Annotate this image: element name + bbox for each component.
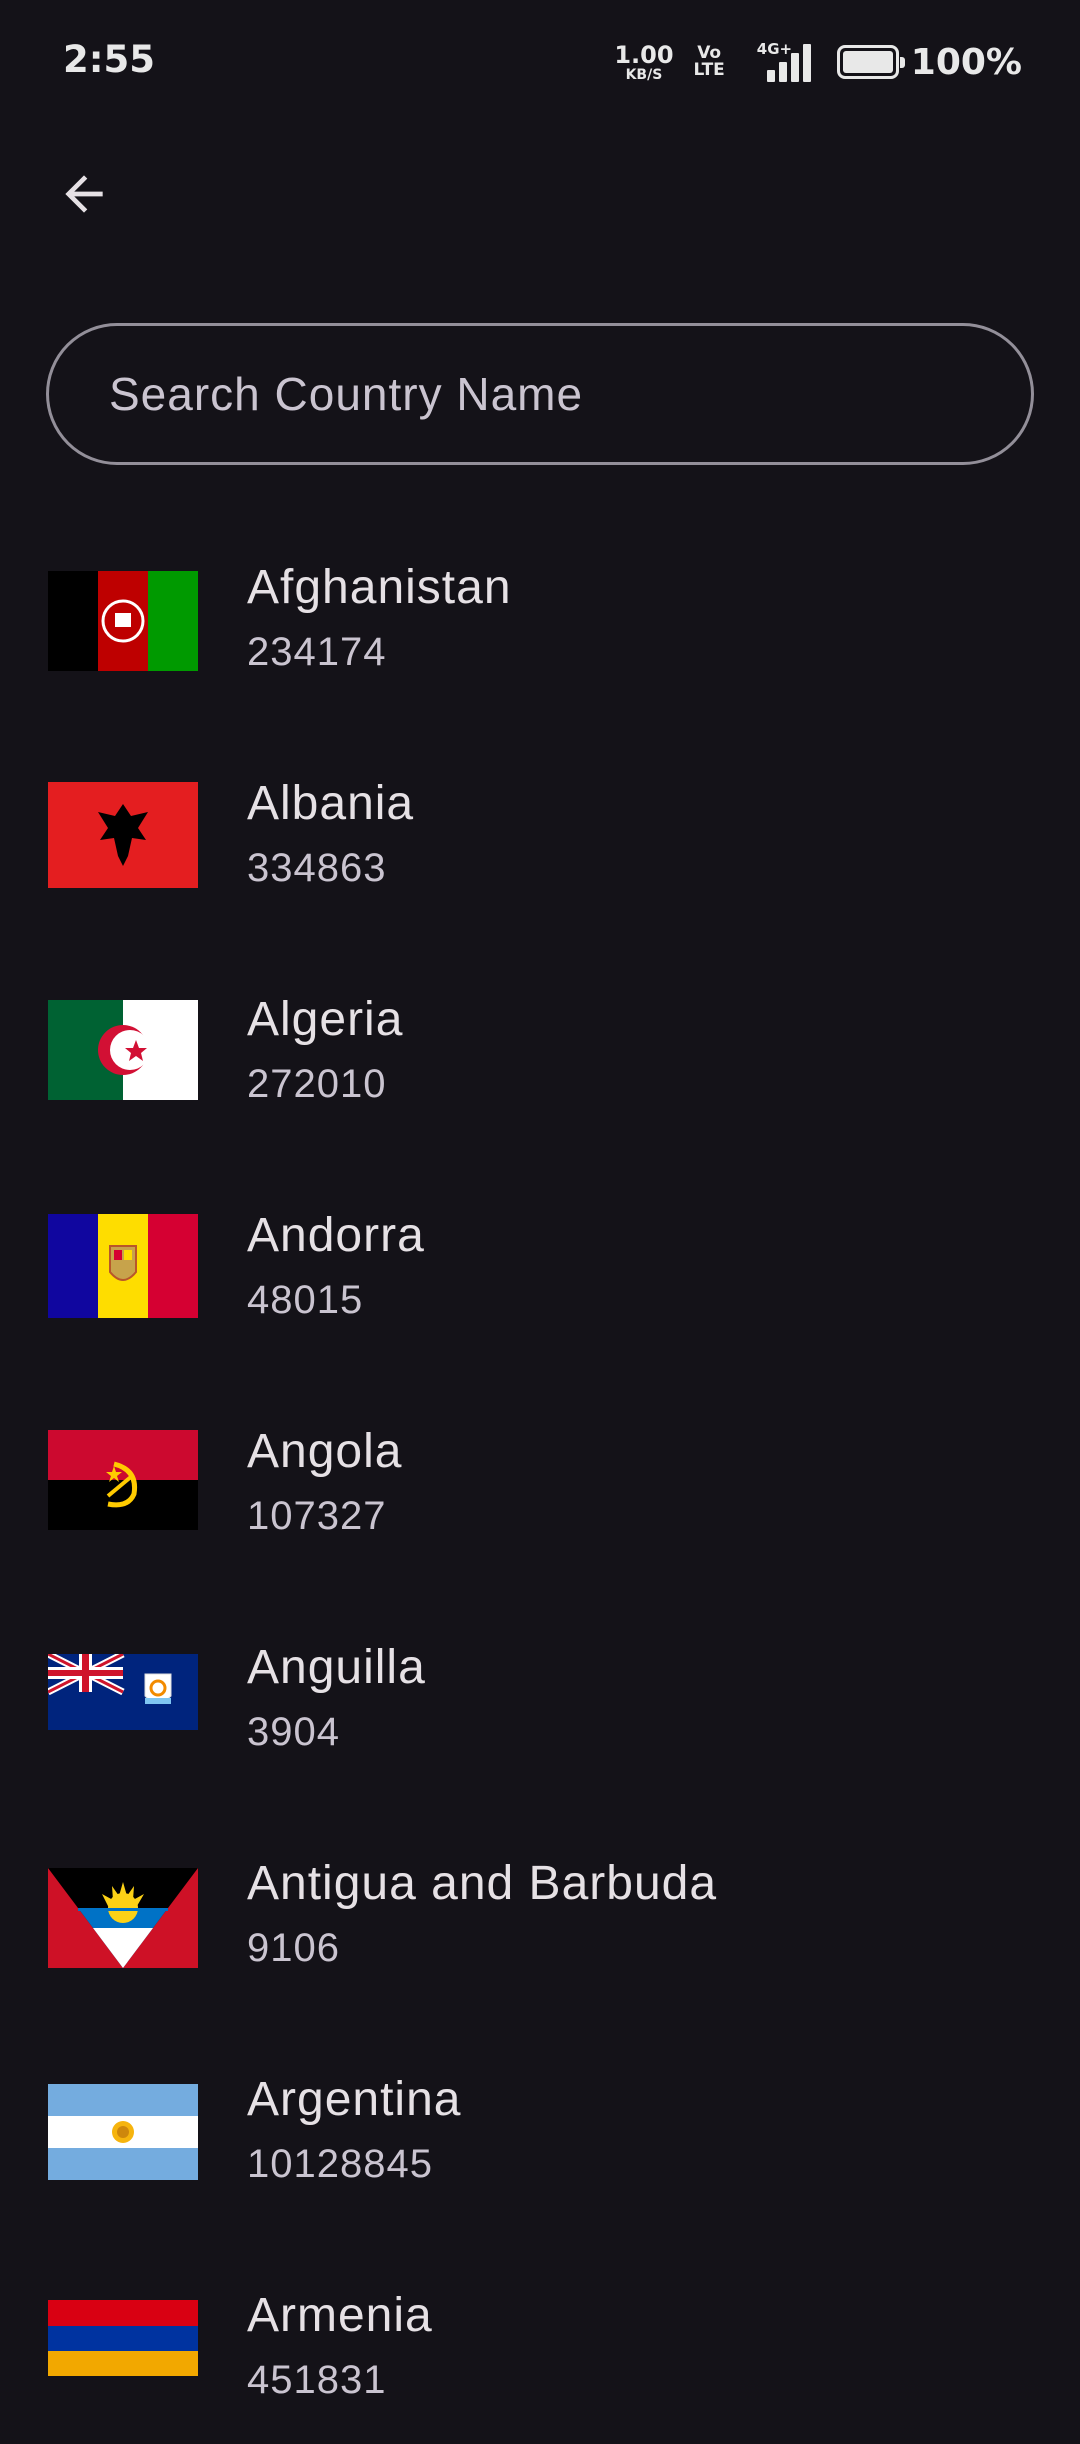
list-item[interactable]: Albania 334863 bbox=[0, 716, 1080, 932]
list-item[interactable]: Armenia 451831 bbox=[0, 2228, 1080, 2444]
antigua-flag-icon bbox=[48, 1868, 198, 1968]
volte-icon: Vo LTE bbox=[694, 45, 725, 79]
albania-flag-icon bbox=[48, 782, 198, 888]
country-name: Angola bbox=[247, 1425, 403, 1478]
arrow-back-icon bbox=[65, 175, 103, 213]
back-button[interactable] bbox=[40, 150, 128, 238]
country-name: Andorra bbox=[247, 1209, 425, 1262]
algeria-flag-icon bbox=[48, 1000, 198, 1100]
network-speed-unit: KB/S bbox=[625, 66, 663, 83]
country-name: Antigua and Barbuda bbox=[247, 1857, 718, 1910]
battery-fill bbox=[842, 51, 893, 73]
angola-flag-icon bbox=[48, 1430, 198, 1530]
argentina-flag-icon bbox=[48, 2084, 198, 2180]
search-input[interactable] bbox=[107, 326, 987, 462]
country-name: Armenia bbox=[247, 2289, 433, 2342]
anguilla-flag-icon bbox=[48, 1654, 198, 1730]
list-item[interactable]: Andorra 48015 bbox=[0, 1148, 1080, 1364]
status-bar: 2:55 1.00 KB/S Vo LTE 4G+ 100% bbox=[0, 0, 1080, 124]
list-item[interactable]: Algeria 272010 bbox=[0, 932, 1080, 1148]
country-value: 3904 bbox=[247, 1710, 340, 1754]
country-name: Argentina bbox=[247, 2073, 462, 2126]
network-speed-value: 1.00 bbox=[614, 40, 674, 69]
list-item[interactable]: Afghanistan 234174 bbox=[0, 500, 1080, 716]
country-name: Afghanistan bbox=[247, 561, 512, 614]
battery-icon bbox=[836, 45, 905, 79]
status-icons: 1.00 KB/S Vo LTE 4G+ 100% bbox=[614, 38, 1022, 86]
country-list[interactable]: Afghanistan 234174 Albania 334863 Algeri… bbox=[0, 500, 1080, 2444]
list-item[interactable]: Anguilla 3904 bbox=[0, 1580, 1080, 1796]
search-field[interactable] bbox=[46, 323, 1034, 465]
armenia-flag-icon bbox=[48, 2300, 198, 2376]
andorra-flag-icon bbox=[48, 1214, 198, 1318]
afghanistan-flag-icon bbox=[48, 571, 198, 671]
network-type-label: 4G+ bbox=[756, 40, 793, 58]
country-value: 10128845 bbox=[247, 2142, 433, 2186]
list-item[interactable]: Angola 107327 bbox=[0, 1364, 1080, 1580]
cellular-signal-icon: 4G+ bbox=[756, 40, 813, 82]
country-value: 48015 bbox=[247, 1278, 364, 1322]
country-value: 334863 bbox=[247, 846, 387, 890]
status-time: 2:55 bbox=[63, 38, 156, 81]
list-item[interactable]: Antigua and Barbuda 9106 bbox=[0, 1796, 1080, 2012]
country-value: 9106 bbox=[247, 1926, 340, 1970]
country-value: 107327 bbox=[247, 1494, 387, 1538]
country-name: Anguilla bbox=[247, 1641, 426, 1694]
country-name: Albania bbox=[247, 777, 415, 830]
country-value: 234174 bbox=[247, 630, 387, 674]
country-name: Algeria bbox=[247, 993, 404, 1046]
battery-percent: 100% bbox=[910, 41, 1022, 83]
network-speed-indicator: 1.00 KB/S bbox=[614, 43, 673, 82]
list-item[interactable]: Argentina 10128845 bbox=[0, 2012, 1080, 2228]
volte-bottom-label: LTE bbox=[693, 60, 725, 80]
country-value: 272010 bbox=[247, 1062, 387, 1106]
country-value: 451831 bbox=[247, 2358, 387, 2402]
